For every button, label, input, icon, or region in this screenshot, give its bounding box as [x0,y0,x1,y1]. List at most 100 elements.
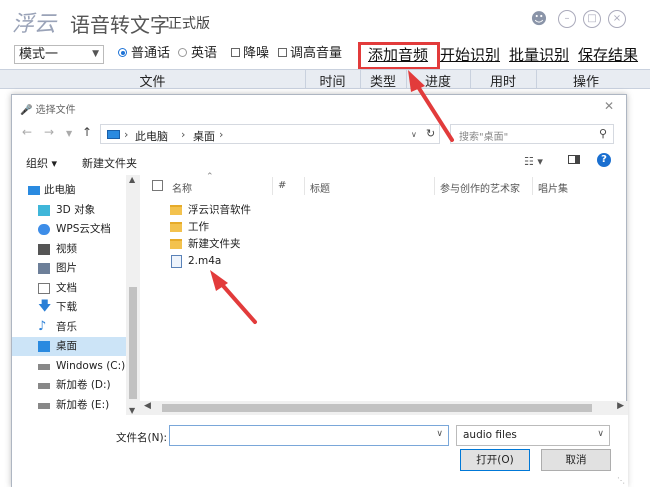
nav-item-music[interactable]: ♪ 音乐 [12,318,126,337]
save-result-button[interactable]: 保存结果 [578,44,638,65]
start-recognize-button[interactable]: 开始识别 [440,44,500,65]
desktop-icon [38,341,50,352]
nav-item-documents[interactable]: 文档 [12,279,126,298]
nav-item-label: WPS云文档 [56,223,111,235]
nav-item-label: Windows (C:) [56,360,126,372]
refresh-icon[interactable]: ↻ [426,127,435,140]
col-track[interactable]: # [278,180,286,191]
nav-item-label: 桌面 [56,340,77,352]
col-divider [434,177,435,195]
radio-english-label: 英语 [191,46,218,61]
toolbar: 模式一 ▼ 普通话 英语 降噪 调高音量 添加音频 开始识别 批量识别 保存结果 [0,40,650,66]
col-action: 操作 [572,75,599,90]
new-folder-button[interactable]: 新建文件夹 [82,155,137,171]
dialog-close-icon[interactable]: ✕ [604,99,614,113]
chevron-down-icon[interactable]: ∨ [411,130,417,139]
checkbox-denoise[interactable]: 降噪 [231,46,269,62]
file-item-folder[interactable]: 工作 [170,219,209,236]
search-icon: ⚲ [598,127,607,140]
chevron-down-icon: ∨ [597,429,604,439]
search-input[interactable]: 搜索"桌面" ⚲ [450,124,614,144]
file-item-folder[interactable]: 浮云识音软件 [170,202,251,219]
nav-item-wps-cloud[interactable]: WPS云文档 [12,220,126,239]
col-album[interactable]: 唱片集 [538,180,568,195]
resize-grip-icon[interactable]: ⋱ [617,476,625,485]
computer-icon [28,186,40,195]
user-icon[interactable]: ☻ [530,10,548,28]
nav-item-label: 音乐 [56,321,77,333]
scroll-down-icon[interactable]: ▼ [129,406,135,415]
col-duration: 用时 [489,75,516,90]
breadcrumb-desktop[interactable]: 桌面 [193,128,215,144]
highlight-box [358,42,440,70]
col-name[interactable]: 名称 [172,180,192,195]
col-file: 文件 [139,75,166,90]
col-title[interactable]: 标题 [310,180,330,195]
nav-item-drive-d[interactable]: 新加卷 (D:) [12,376,126,395]
radio-checked-icon [118,48,127,57]
nav-item-label: 新加卷 (E:) [56,399,110,411]
minimize-icon[interactable]: – [558,10,576,28]
checkbox-icon [278,48,287,57]
nav-item-label: 3D 对象 [56,204,96,216]
file-item-audio[interactable]: 2.m4a [170,253,221,270]
nav-item-drive-c[interactable]: Windows (C:) [12,357,126,376]
breadcrumb-separator-icon: › [219,128,224,141]
close-icon[interactable]: × [608,10,626,28]
organize-button[interactable]: 组织 ▾ [26,155,57,171]
scroll-up-icon[interactable]: ▲ [129,175,135,184]
up-arrow-icon[interactable]: ↑ [82,125,92,139]
dialog-footer: 文件名(N): ∨ audio files ∨ 打开(O) 取消 ⋱ [12,415,628,487]
download-icon: 🡇 [38,299,52,314]
radio-mandarin[interactable]: 普通话 [118,46,170,62]
help-icon[interactable]: ? [597,153,611,167]
scroll-thumb[interactable] [162,404,592,412]
file-item-folder[interactable]: 新建文件夹 [170,236,241,253]
nav-item-label: 文档 [56,282,77,294]
folder-icon [170,222,182,232]
nav-item-videos[interactable]: 视频 [12,240,126,259]
scroll-right-icon[interactable]: ▶ [617,401,624,411]
recent-chevron-icon[interactable]: ▼ [66,129,72,138]
nav-item-pictures[interactable]: 图片 [12,259,126,278]
app-logo: 浮云 [12,12,57,37]
file-list-hscrollbar[interactable]: ◀ ▶ [140,401,628,415]
filename-input[interactable]: ∨ [169,425,449,446]
back-arrow-icon[interactable]: ← [22,125,32,139]
app-header: 浮云 语音转文字 正式版 ☻ – □ × [0,0,650,40]
dialog-navbar: ← → ▼ ↑ › 此电脑 › 桌面 › ∨ ↻ 搜索"桌面" ⚲ [12,123,628,145]
breadcrumb-this-pc[interactable]: 此电脑 [135,128,168,144]
nav-item-drive-e[interactable]: 新加卷 (E:) [12,396,126,415]
dialog-command-bar: 组织 ▾ 新建文件夹 ☷ ▾ ? [12,151,628,173]
checkbox-volume[interactable]: 调高音量 [278,46,342,62]
file-type-select[interactable]: audio files ∨ [456,425,610,446]
nav-item-downloads[interactable]: 🡇 下载 [12,298,126,317]
navigation-pane: 此电脑 3D 对象 WPS云文档 视频 图片 文档 🡇 下载 ♪ 音乐 桌面 Win… [12,175,140,415]
nav-item-3d-objects[interactable]: 3D 对象 [12,201,126,220]
file-name: 浮云识音软件 [188,204,251,216]
maximize-icon[interactable]: □ [583,10,601,28]
view-options-icon[interactable]: ☷ ▾ [524,155,543,168]
cancel-button[interactable]: 取消 [541,449,611,471]
nav-item-desktop[interactable]: 桌面 [12,337,126,356]
batch-recognize-button[interactable]: 批量识别 [509,44,569,65]
scroll-left-icon[interactable]: ◀ [144,401,151,411]
col-artist[interactable]: 参与创作的艺术家 [440,180,520,195]
sort-up-icon: ⌃ [206,172,214,182]
breadcrumb-separator-icon: › [124,128,129,141]
mode-select[interactable]: 模式一 ▼ [14,45,104,64]
radio-english[interactable]: 英语 [178,46,217,62]
nav-item-this-pc[interactable]: 此电脑 [12,181,126,200]
preview-pane-icon[interactable] [568,154,580,167]
nav-scrollbar[interactable]: ▲ ▼ [126,175,140,415]
open-file-dialog: 🎤 选择文件 ✕ ← → ▼ ↑ › 此电脑 › 桌面 › ∨ ↻ 搜索"桌面"… [11,94,628,487]
scroll-thumb[interactable] [129,287,137,399]
video-icon [38,244,50,255]
select-all-checkbox[interactable] [152,180,163,191]
drive-icon [38,383,50,389]
chevron-down-icon[interactable]: ∨ [436,429,443,439]
checkbox-denoise-label: 降噪 [243,46,270,61]
address-bar[interactable]: › 此电脑 › 桌面 › ∨ ↻ [100,124,440,144]
forward-arrow-icon[interactable]: → [44,125,54,139]
open-button[interactable]: 打开(O) [460,449,530,471]
